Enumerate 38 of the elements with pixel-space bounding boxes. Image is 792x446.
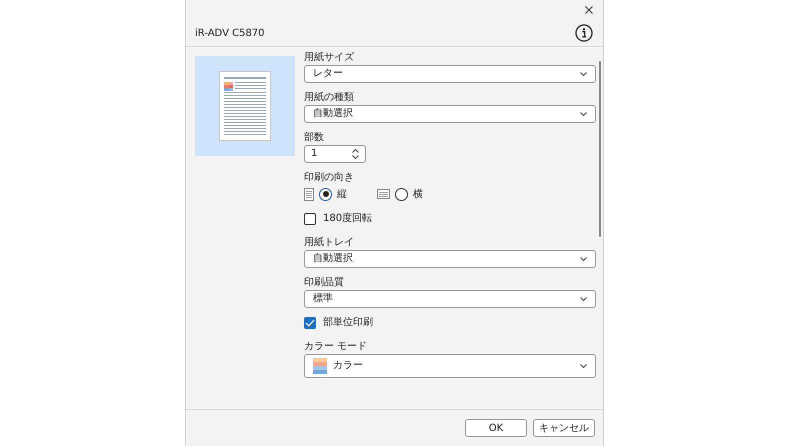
dropdown[interactable]: レター	[304, 65, 596, 83]
radio-button[interactable]	[319, 188, 332, 200]
dropdown[interactable]: 自動選択	[304, 250, 596, 268]
field-label: 用紙の種類	[304, 92, 355, 104]
chevron-down-icon	[580, 257, 587, 261]
dialog-button[interactable]: キャンセル	[533, 419, 595, 437]
landscape-page-icon	[377, 189, 390, 199]
dropdown[interactable]: 自動選択	[304, 105, 596, 123]
copies-spinner[interactable]: 1	[304, 145, 366, 163]
dropdown[interactable]: カラー	[304, 354, 596, 378]
checkbox-label: 180度回転	[323, 213, 372, 225]
up-down-arrows-icon	[352, 149, 359, 159]
dialog-button[interactable]: OK	[465, 419, 527, 437]
info-icon[interactable]	[575, 24, 593, 42]
field-label: 用紙トレイ	[304, 237, 355, 249]
field-label: 部数	[304, 132, 325, 144]
field-label: 印刷品質	[304, 277, 345, 289]
chevron-down-icon	[580, 72, 587, 76]
scrollbar-thumb[interactable]	[599, 61, 601, 237]
portrait-page-icon	[304, 188, 314, 200]
close-icon	[585, 6, 593, 14]
field-label: カラー モード	[304, 341, 368, 353]
checkbox-label: 部単位印刷	[323, 317, 373, 329]
dropdown[interactable]: 標準	[304, 290, 596, 308]
page-preview-drawing	[219, 71, 271, 141]
radio-label: 横	[413, 188, 423, 201]
radio-label: 縦	[337, 188, 347, 201]
radio-button[interactable]	[395, 188, 408, 200]
chevron-down-icon	[580, 297, 587, 301]
color-swatch-icon	[313, 358, 327, 374]
checkbox[interactable]	[304, 213, 316, 225]
field-label: 用紙サイズ	[304, 52, 355, 64]
checkbox[interactable]	[304, 317, 316, 329]
window-title: iR-ADV C5870	[195, 28, 265, 38]
chevron-down-icon	[580, 112, 587, 116]
field-label: 印刷の向き	[304, 172, 355, 184]
close-button[interactable]	[583, 4, 595, 16]
chevron-down-icon	[580, 364, 587, 368]
